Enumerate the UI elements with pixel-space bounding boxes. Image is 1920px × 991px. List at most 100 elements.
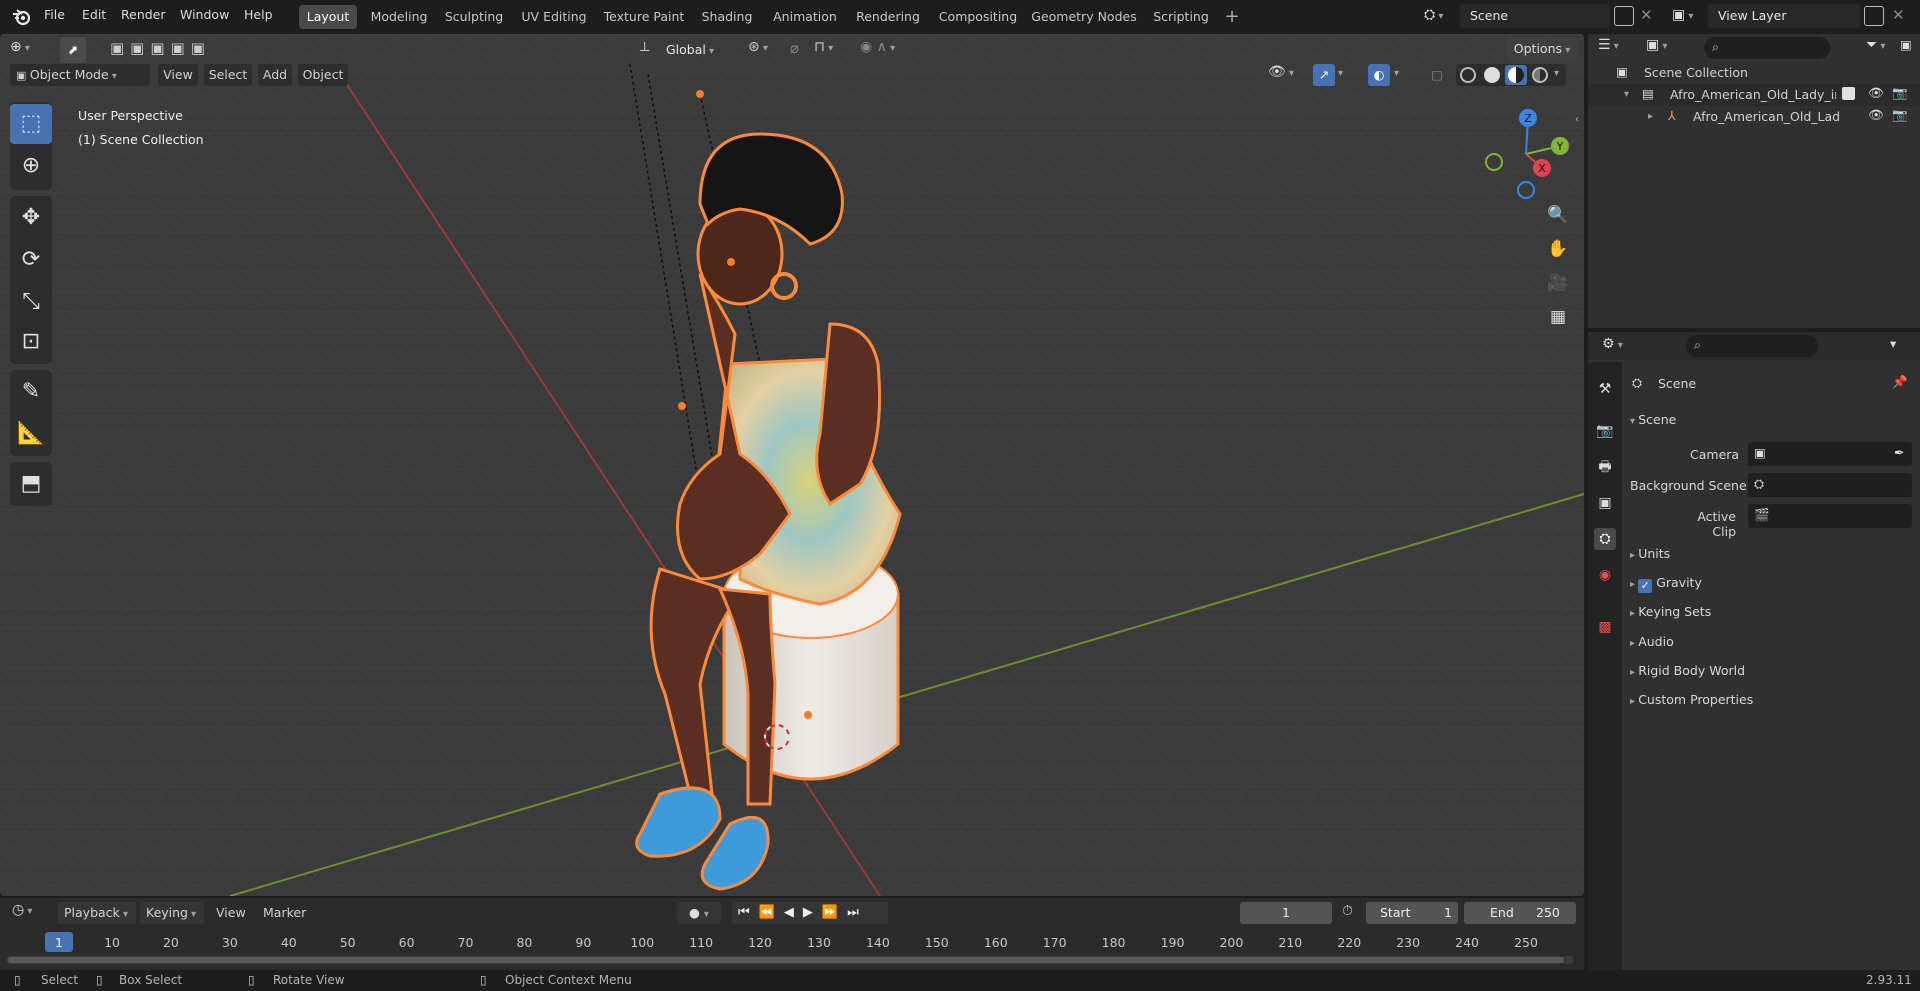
visibility-icon[interactable]: 👁 ▾ [1268,64,1304,86]
view-layer-field[interactable]: View Layer [1708,4,1860,28]
transform-tool-icon[interactable]: ⊡ [10,322,52,362]
header-menu-object[interactable]: Object [298,64,348,86]
expand-object-icon[interactable]: ▸ [1648,111,1653,122]
transform-orientation-dropdown[interactable]: Global ▾ [666,39,736,61]
3d-viewport[interactable]: ⊕ ▾ ⬈ ▣▣▣▣▣ ⟂ Global ▾ ⊛ ▾ ⌀ ⊓ ▾ ◉ ∧ ▾ O… [0,34,1584,896]
active-clip-field[interactable]: 🎬 [1748,504,1912,528]
timeline-view-menu[interactable]: View [216,905,246,920]
tool-tab-icon[interactable]: ⚒ [1594,378,1616,400]
annotate-tool-icon[interactable]: ✎ [10,372,52,412]
tab-compositing[interactable]: Compositing [932,5,1024,29]
shading-dropdown-icon[interactable]: ▾ [1554,68,1559,79]
properties-editor-type-icon[interactable]: ⚙ ▾ [1602,336,1638,358]
tab-rendering[interactable]: Rendering [851,5,925,29]
collection-visibility-icon[interactable]: 👁 [1868,85,1884,101]
record-keyframes-icon[interactable]: ● ▾ [677,902,721,924]
sidebar-toggle-icon[interactable]: ‹ [1575,114,1579,125]
object-render-icon[interactable]: 📷 [1892,107,1908,123]
add-workspace-button[interactable]: + [1222,7,1242,27]
tab-uv-editing[interactable]: UV Editing [515,5,593,29]
display-mode-icon[interactable]: ▣ ▾ [1646,37,1682,59]
scene-name-field[interactable]: Scene [1460,4,1610,28]
expand-collection-icon[interactable]: ▾ [1624,89,1629,100]
camera-field[interactable]: ▣ ✒ [1748,442,1912,466]
header-menu-add[interactable]: Add [258,64,292,86]
playback-controls[interactable]: ⏮⏪◀▶⏩⏭ [732,902,888,924]
panel-scene-header[interactable]: ▾ Scene [1630,412,1676,427]
texture-tab-icon[interactable]: ▩ [1594,616,1616,638]
playback-menu[interactable]: Playback ▾ [58,902,136,924]
header-menu-view[interactable]: View [158,64,198,86]
new-view-layer-icon[interactable] [1864,6,1884,26]
panel-custom-properties[interactable]: ▸ Custom Properties [1630,692,1753,707]
proportional-edit-icon[interactable]: ◉ ∧ ▾ [860,39,920,61]
camera-view-icon[interactable]: 🎥 [1543,268,1573,298]
blender-logo-icon[interactable] [11,6,33,28]
view-layer-tab-icon[interactable]: ▣ [1594,492,1616,514]
outliner-search-input[interactable]: ⌕ [1704,37,1830,59]
overlays-toggle-icon[interactable]: ◐ [1368,64,1390,86]
solid-shading-icon[interactable] [1484,67,1500,83]
filter-icon[interactable]: ⏷ ▾ [1866,37,1898,59]
panel-keying-sets[interactable]: ▸ Keying Sets [1630,604,1711,619]
panel-audio[interactable]: ▸ Audio [1630,634,1674,649]
panel-rigid-body-world[interactable]: ▸ Rigid Body World [1630,663,1745,678]
tab-modeling[interactable]: Modeling [364,5,434,29]
scene-selector-icon[interactable]: ⛭ ▾ [1424,7,1460,27]
new-scene-icon[interactable] [1614,6,1634,26]
pan-view-icon[interactable]: ✋ [1543,234,1573,264]
eyedropper-icon[interactable]: ✒ [1894,445,1904,460]
tab-shading[interactable]: Shading [695,5,759,29]
delete-scene-icon[interactable]: ✕ [1640,6,1653,24]
select-mode-icon[interactable]: ⬈ [60,37,86,63]
collection-exclude-checkbox[interactable] [1842,87,1855,100]
snap-toggle-icon[interactable]: ⌀ [790,39,814,61]
world-tab-icon[interactable]: ◉ [1594,564,1616,586]
end-frame-field[interactable]: End 250 [1464,902,1576,924]
scene-tab-icon[interactable]: ⛭ [1594,528,1616,550]
add-cube-tool-icon[interactable]: ⬒ [10,464,52,504]
properties-search-input[interactable]: ⌕ [1686,335,1818,357]
material-preview-shading-icon[interactable] [1505,65,1527,85]
panel-gravity[interactable]: ▸ ✓ Gravity [1630,575,1702,593]
scale-tool-icon[interactable]: ⤡ [10,282,52,322]
menu-render[interactable]: Render [121,7,166,22]
tab-animation[interactable]: Animation [766,5,844,29]
menu-window[interactable]: Window [180,7,229,22]
outliner-editor-type-icon[interactable]: ☰ ▾ [1598,37,1634,59]
move-tool-icon[interactable]: ✥ [10,198,52,238]
menu-help[interactable]: Help [244,7,273,22]
marker-menu[interactable]: Marker [263,905,306,920]
gizmo-dropdown-icon[interactable]: ▾ [1338,64,1354,86]
object-visibility-icon[interactable]: 👁 [1868,107,1884,123]
mode-dropdown[interactable]: ▣ Object Mode ▾ [10,64,150,86]
header-menu-select[interactable]: Select [204,64,252,86]
output-tab-icon[interactable]: 🖶 [1594,456,1616,478]
timeline-editor-type-icon[interactable]: ◷ ▾ [12,902,50,924]
collection-render-icon[interactable]: 📷 [1892,85,1908,101]
pivot-point-icon[interactable]: ⊛ ▾ [748,39,788,61]
delete-view-layer-icon[interactable]: ✕ [1892,6,1905,24]
select-box-tool-icon[interactable]: ⬚ [10,104,52,144]
keying-menu[interactable]: Keying ▾ [140,902,204,924]
rotate-tool-icon[interactable]: ⟳ [10,240,52,280]
gizmo-toggle-icon[interactable]: ↗ [1313,64,1335,86]
render-tab-icon[interactable]: 📷 [1594,420,1616,442]
outliner-row-scene-collection[interactable]: ▣ Scene Collection [1588,62,1920,84]
background-scene-field[interactable]: ⛭ [1748,473,1912,497]
tab-scripting[interactable]: Scripting [1144,5,1218,29]
gravity-checkbox[interactable]: ✓ [1638,579,1653,593]
xray-toggle-icon[interactable]: ▢ [1426,64,1448,86]
properties-options-icon[interactable]: ▾ [1890,336,1912,358]
overlays-dropdown-icon[interactable]: ▾ [1394,64,1410,86]
menu-file[interactable]: File [44,7,65,22]
perspective-toggle-icon[interactable]: ▦ [1543,302,1573,332]
timeline-scrollbar[interactable] [6,956,1574,964]
options-dropdown[interactable]: Options ▾ [1506,38,1578,60]
preview-range-icon[interactable]: ⏱ [1342,903,1353,919]
start-frame-field[interactable]: Start 1 [1366,902,1458,924]
cursor-tool-icon[interactable]: ⊕ [10,146,52,186]
navigation-gizmo[interactable]: Z Y X [1476,104,1576,204]
view-layer-selector-icon[interactable]: ▣ ▾ [1672,7,1708,27]
tab-texture-paint[interactable]: Texture Paint [600,5,688,29]
